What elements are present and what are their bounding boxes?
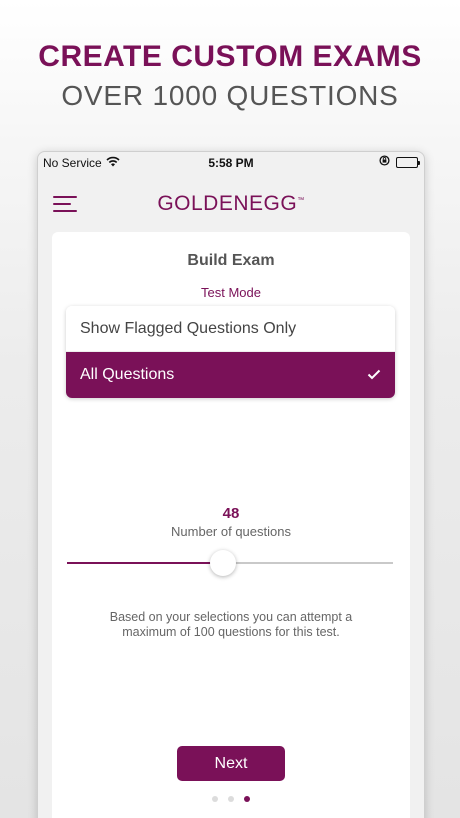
slider-thumb[interactable] [210, 550, 237, 576]
test-mode-label: Test Mode [201, 285, 261, 300]
option-label: All Questions [80, 366, 175, 383]
option-all-questions[interactable]: All Questions [66, 352, 395, 398]
status-bar: No Service 5:58 PM [38, 152, 424, 174]
phone-frame: No Service 5:58 PM GOLDENEGG™ Build Exam… [37, 151, 425, 818]
option-label: Show Flagged Questions Only [80, 319, 297, 337]
logo-trademark: ™ [297, 197, 305, 204]
question-count-slider[interactable] [67, 550, 393, 576]
battery-icon [396, 156, 420, 168]
max-questions-info: Based on your selections you can attempt… [109, 610, 353, 639]
promo-subheadline: OVER 1000 QUESTIONS [61, 80, 399, 111]
promo-headline: CREATE CUSTOM EXAMS [38, 40, 422, 73]
rotation-lock-icon [379, 155, 390, 169]
golden-egg-logo: GOLDENEGG™ [38, 192, 424, 216]
question-count-label: Number of questions [171, 524, 291, 539]
slider-fill [67, 562, 224, 564]
status-time: 5:58 PM [208, 156, 254, 170]
nav-bar: GOLDENEGG™ [38, 174, 424, 232]
page-dot [244, 796, 250, 802]
checkmark-icon [367, 365, 381, 385]
build-exam-card: Build Exam Test Mode Show Flagged Questi… [52, 232, 410, 818]
option-flagged-questions[interactable]: Show Flagged Questions Only [66, 306, 395, 352]
question-count-value: 48 [222, 505, 240, 522]
page-dot [212, 796, 218, 802]
logo-text: GOLDENEGG [157, 192, 298, 215]
page-dot [228, 796, 234, 802]
status-right [379, 155, 420, 169]
page-indicator [52, 796, 410, 802]
card-title: Build Exam [187, 252, 275, 269]
question-filter-options: Show Flagged Questions Only All Question… [66, 306, 395, 398]
next-button[interactable]: Next [177, 746, 285, 781]
